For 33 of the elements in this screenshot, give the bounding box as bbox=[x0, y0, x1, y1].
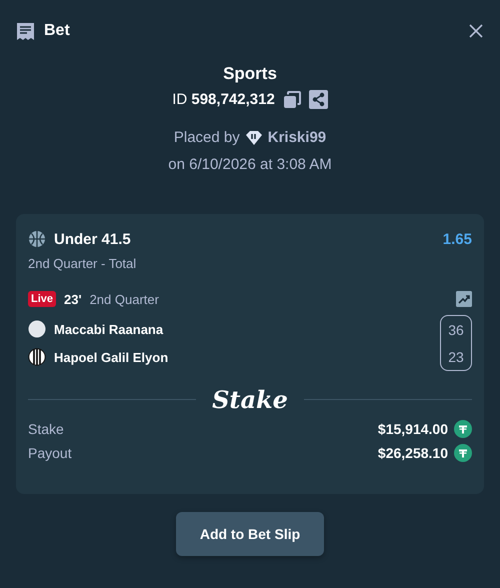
amount-label: Stake bbox=[28, 421, 65, 437]
team-crest-icon bbox=[28, 320, 46, 338]
stats-button[interactable] bbox=[456, 291, 472, 307]
odds-value: 1.65 bbox=[442, 230, 472, 248]
basketball-icon bbox=[28, 230, 46, 248]
share-button[interactable] bbox=[308, 90, 328, 109]
bet-selection: Under 41.5 bbox=[54, 230, 132, 248]
copy-button[interactable] bbox=[282, 90, 301, 108]
game-period: 2nd Quarter bbox=[90, 292, 160, 306]
team-crest-icon bbox=[28, 348, 46, 366]
amount-value: $26,258.10 bbox=[378, 445, 448, 461]
team-name: Hapoel Galil Elyon bbox=[54, 350, 168, 364]
team-score: 23 bbox=[448, 348, 464, 364]
amount-label: Payout bbox=[28, 445, 73, 461]
tether-coin-icon bbox=[454, 444, 472, 462]
placed-date: on 6/10/2026 at 3:08 AM bbox=[168, 156, 332, 173]
add-to-bet-slip-button[interactable]: Add to Bet Slip bbox=[176, 512, 324, 556]
receipt-icon bbox=[16, 22, 35, 40]
team-score: 36 bbox=[448, 322, 464, 338]
bet-id: ID 598,742,312 bbox=[172, 91, 275, 108]
market-name: 2nd Quarter - Total bbox=[28, 256, 138, 271]
placed-by-label: Placed by bbox=[174, 129, 240, 146]
close-button[interactable] bbox=[468, 23, 484, 39]
team-name: Maccabi Raanana bbox=[54, 322, 164, 336]
brand-logo: Stake bbox=[212, 385, 288, 414]
amount-value: $15,914.00 bbox=[378, 421, 448, 437]
live-badge: Live bbox=[28, 291, 56, 307]
bet-category: Sports bbox=[223, 64, 277, 84]
diamond-icon bbox=[244, 130, 263, 146]
game-clock: 23' bbox=[64, 292, 82, 306]
tether-coin-icon bbox=[454, 420, 472, 438]
username-link[interactable]: Kriski99 bbox=[268, 129, 326, 146]
modal-title: Bet bbox=[44, 22, 71, 40]
